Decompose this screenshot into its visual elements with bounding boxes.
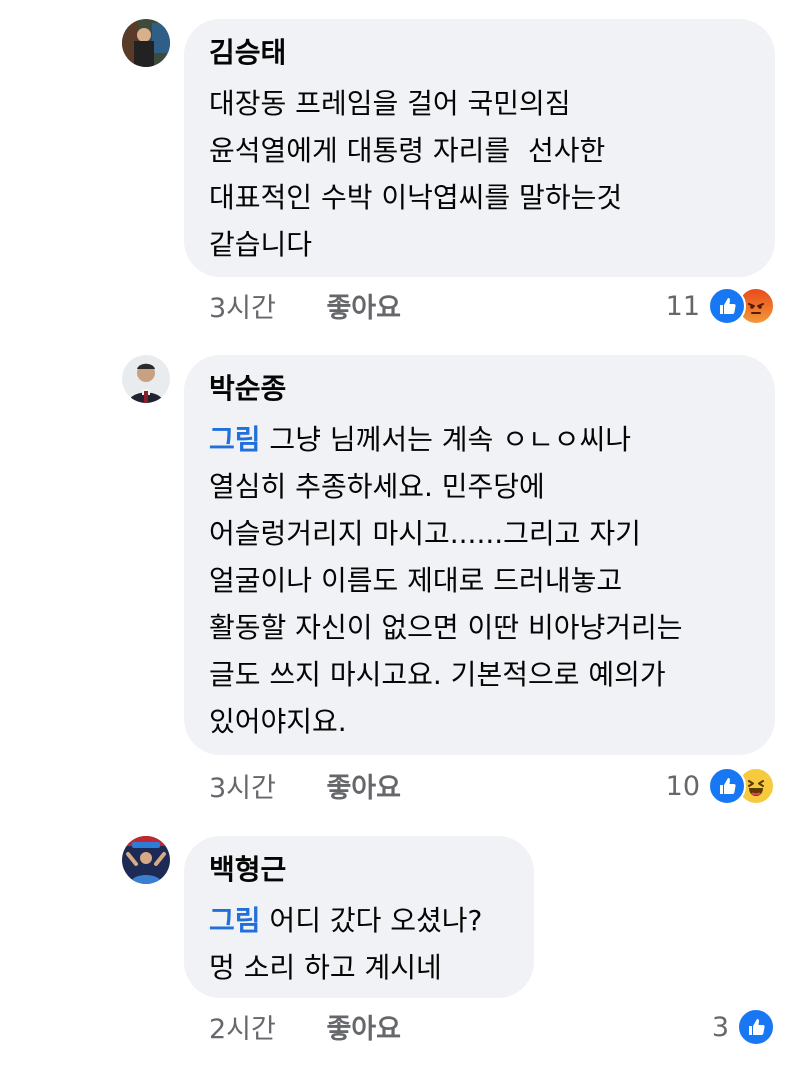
reaction-count: 11 <box>665 290 700 322</box>
avatar[interactable] <box>122 19 170 67</box>
reaction-summary[interactable]: 3 <box>712 1007 775 1047</box>
comment-text-line: 활동할 자신이 없으면 이딴 비아냥거리는 <box>209 611 683 644</box>
comment-text-line: 열심히 추종하세요. 민주당에 <box>209 470 545 503</box>
comment-text-line: 얼굴이나 이름도 제대로 드러내놓고 <box>209 564 623 597</box>
avatar[interactable] <box>122 355 170 403</box>
comment-meta: 3시간 좋아요 <box>209 772 401 806</box>
reaction-count: 10 <box>665 770 700 802</box>
comment-author[interactable]: 김승태 <box>209 36 749 70</box>
reaction-summary[interactable]: 11 <box>666 286 775 326</box>
comment-time[interactable]: 3시간 <box>209 773 276 804</box>
like-button[interactable]: 좋아요 <box>326 773 401 804</box>
mention-link[interactable]: 그림 <box>209 904 261 937</box>
comment-time[interactable]: 2시간 <box>209 1014 276 1045</box>
comment-bubble: 백형근 그림 어디 갔다 오셨나? 멍 소리 하고 계시네 <box>184 836 534 998</box>
like-button[interactable]: 좋아요 <box>326 293 401 324</box>
comment-text-line: 어디 갔다 오셨나? <box>260 904 483 937</box>
comment-text-line: 글도 쓰지 마시고요. 기본적으로 예의가 <box>209 658 666 691</box>
comment-text-line: 그냥 님께서는 계속 ㅇㄴㅇ씨나 <box>260 423 632 456</box>
like-button[interactable]: 좋아요 <box>326 1014 401 1045</box>
like-icon <box>737 1008 775 1046</box>
reaction-count: 3 <box>711 1011 729 1043</box>
comment-bubble: 김승태 대장동 프레임을 걸어 국민의짐 윤석열에게 대통령 자리를 선사한 대… <box>184 19 775 277</box>
mention-link[interactable]: 그림 <box>209 423 261 456</box>
comment-meta: 2시간 좋아요 <box>209 1013 401 1047</box>
comment-author[interactable]: 박순종 <box>209 372 749 406</box>
comment-time[interactable]: 3시간 <box>209 293 276 324</box>
comment-author[interactable]: 백형근 <box>209 853 508 887</box>
comment-text-line: 있어야지요. <box>209 705 347 738</box>
comment-text-line: 대장동 프레임을 걸어 국민의짐 <box>209 87 571 120</box>
avatar[interactable] <box>122 836 170 884</box>
comment-text-line: 대표적인 수박 이낙엽씨를 말하는것 <box>209 181 623 214</box>
like-icon <box>708 287 746 325</box>
comment-text-line: 멍 소리 하고 계시네 <box>209 951 442 984</box>
comment-bubble: 박순종 그림 그냥 님께서는 계속 ㅇㄴㅇ씨나 열심히 추종하세요. 민주당에 … <box>184 355 775 755</box>
like-icon <box>708 767 746 805</box>
comment-text-line: 윤석열에게 대통령 자리를 선사한 <box>209 134 606 167</box>
comment-meta: 3시간 좋아요 <box>209 292 401 326</box>
comment-text-line: 같습니다 <box>209 228 313 261</box>
comment-text-line: 어슬렁거리지 마시고......그리고 자기 <box>209 517 641 550</box>
reaction-summary[interactable]: 10 <box>666 766 775 806</box>
